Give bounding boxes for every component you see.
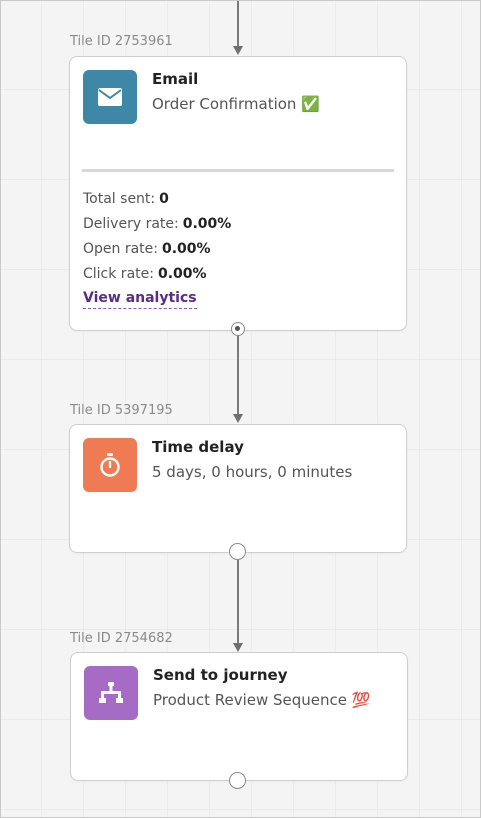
journey-icon-box (84, 666, 138, 720)
email-tile[interactable]: Email Order Confirmation ✅ Total sent: 0 … (69, 56, 407, 331)
port-dot (235, 326, 240, 331)
connector-arrow (233, 414, 243, 423)
time-delay-output-port[interactable] (229, 543, 246, 560)
connector-line-top (237, 0, 239, 46)
view-analytics-link[interactable]: View analytics (83, 290, 197, 309)
tile-subtitle: Order Confirmation ✅ (152, 95, 320, 113)
connector-arrow (233, 643, 243, 652)
connector-line (237, 336, 239, 415)
stat-label: Total sent: (83, 191, 156, 207)
connector-arrow-top (233, 46, 243, 55)
stat-label: Delivery rate: (83, 216, 179, 232)
stat-value: 0 (159, 191, 169, 207)
tile-title: Time delay (152, 438, 244, 456)
stat-label: Click rate: (83, 266, 154, 282)
time-delay-icon-box (83, 438, 137, 492)
journey-output-port[interactable] (229, 772, 246, 789)
stat-value: 0.00% (162, 241, 211, 257)
tile-id-label: Tile ID 5397195 (70, 403, 173, 418)
tile-subtitle: Product Review Sequence 💯 (153, 691, 371, 709)
email-icon-box (83, 70, 137, 124)
email-output-port[interactable] (231, 322, 245, 336)
envelope-icon (98, 88, 122, 106)
stat-delivery-rate: Delivery rate: 0.00% (83, 216, 231, 232)
stat-open-rate: Open rate: 0.00% (83, 241, 211, 257)
journey-split-icon (99, 682, 123, 703)
time-delay-tile[interactable]: Time delay 5 days, 0 hours, 0 minutes (69, 424, 407, 553)
stat-label: Open rate: (83, 241, 158, 257)
stopwatch-icon (100, 453, 120, 477)
stat-click-rate: Click rate: 0.00% (83, 266, 207, 282)
tile-id-label: Tile ID 2753961 (70, 34, 173, 49)
tile-subtitle: 5 days, 0 hours, 0 minutes (152, 463, 353, 481)
connector-line (237, 560, 239, 644)
tile-title: Email (152, 70, 199, 88)
divider (82, 169, 394, 172)
tile-title: Send to journey (153, 666, 288, 684)
stat-value: 0.00% (182, 216, 232, 232)
send-to-journey-tile[interactable]: Send to journey Product Review Sequence … (70, 652, 408, 781)
stat-total-sent: Total sent: 0 (83, 191, 169, 207)
tile-id-label: Tile ID 2754682 (70, 631, 173, 646)
stat-value: 0.00% (157, 266, 207, 282)
